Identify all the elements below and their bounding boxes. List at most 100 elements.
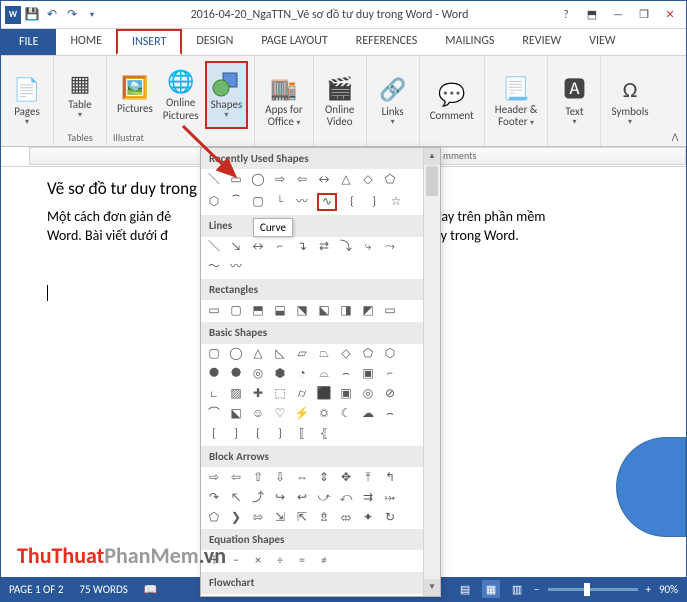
- bs-halfframe[interactable]: ⌐: [383, 368, 397, 382]
- bs-textbox[interactable]: ▢: [207, 348, 221, 362]
- ar-d[interactable]: ⇩: [273, 471, 287, 485]
- gallery-scrollbar[interactable]: ▲ ▼: [423, 148, 440, 596]
- bs-hept[interactable]: ⯃: [207, 368, 221, 382]
- apps-button[interactable]: 🏬 Apps forOffice ▾: [261, 67, 306, 135]
- redo-icon[interactable]: ↷: [63, 6, 81, 24]
- bs-cloud[interactable]: ☁: [361, 408, 375, 422]
- shape-hex[interactable]: ⬡: [207, 195, 221, 209]
- eq-neq[interactable]: ≠: [317, 554, 331, 568]
- ar-striped[interactable]: ⇉: [361, 491, 375, 505]
- ar-quad[interactable]: ✥: [339, 471, 353, 485]
- shape-freeform2[interactable]: 〰: [229, 261, 243, 275]
- shapes-button[interactable]: Shapes ▾: [205, 61, 249, 129]
- bs-sun[interactable]: ☼: [317, 408, 331, 422]
- bs-plaque[interactable]: ⬚: [273, 388, 287, 402]
- shape-rect-rounddiag[interactable]: ◩: [361, 304, 375, 318]
- scroll-down-icon[interactable]: ▼: [424, 579, 440, 596]
- bs-dblbracket[interactable]: ⟦: [295, 428, 309, 442]
- read-mode-icon[interactable]: ▤: [456, 580, 474, 598]
- ar-lcall[interactable]: ⇱: [295, 511, 309, 525]
- online-video-button[interactable]: 🎬 OnlineVideo: [320, 67, 360, 135]
- bs-cross[interactable]: ✚: [251, 388, 265, 402]
- ar-curvu[interactable]: ⤻: [317, 491, 331, 505]
- shape-oval[interactable]: ◯: [251, 173, 265, 187]
- restore-icon[interactable]: ❐: [632, 6, 656, 24]
- bs-oct[interactable]: ⯄: [229, 368, 243, 382]
- ar-notched[interactable]: ⤠: [383, 491, 397, 505]
- eq-minus[interactable]: −: [229, 554, 243, 568]
- bs-trap[interactable]: ⏢: [317, 348, 331, 362]
- shape-lbrace[interactable]: {: [345, 195, 359, 209]
- bs-dblbrace[interactable]: ⦃: [317, 428, 331, 442]
- print-layout-icon[interactable]: ▦: [482, 580, 500, 598]
- zoom-out-icon[interactable]: −: [534, 583, 539, 596]
- ar-rcall[interactable]: ⇰: [251, 511, 265, 525]
- bs-lshape[interactable]: ∟: [207, 388, 221, 402]
- bs-pie[interactable]: ◔: [295, 368, 309, 382]
- shape-star[interactable]: ☆: [389, 195, 403, 209]
- shape-rect-snip1[interactable]: ⬒: [251, 304, 265, 318]
- links-button[interactable]: 🔗 Links ▾: [373, 67, 413, 135]
- shape-rect-snip2[interactable]: ⬓: [273, 304, 287, 318]
- shape-scribble[interactable]: 〜: [207, 261, 221, 275]
- scroll-up-icon[interactable]: ▲: [424, 148, 440, 165]
- oval-shape[interactable]: [616, 437, 686, 537]
- zoom-percent[interactable]: 90%: [659, 583, 678, 596]
- shape-rect-snipround[interactable]: ⬔: [295, 304, 309, 318]
- tab-home[interactable]: HOME: [56, 29, 116, 55]
- shape-line[interactable]: ＼: [207, 173, 221, 187]
- shape-rbrace[interactable]: }: [367, 195, 381, 209]
- ar-u[interactable]: ⇧: [251, 471, 265, 485]
- eq-mult[interactable]: ×: [251, 554, 265, 568]
- page-indicator[interactable]: PAGE 1 OF 2: [9, 583, 63, 596]
- web-layout-icon[interactable]: ▥: [508, 580, 526, 598]
- tab-file[interactable]: FILE: [1, 29, 56, 55]
- shape-rect-round2[interactable]: ◨: [339, 304, 353, 318]
- bs-frame[interactable]: ▣: [361, 368, 375, 382]
- bs-tear[interactable]: ⌢: [339, 368, 353, 382]
- shape-rect-round1[interactable]: ⬕: [317, 304, 331, 318]
- word-app-icon[interactable]: W: [5, 6, 21, 24]
- ar-lr[interactable]: ⇔: [295, 471, 309, 485]
- ar-curvr[interactable]: ↪: [273, 491, 287, 505]
- comment-button[interactable]: 💬 Comment: [426, 67, 478, 135]
- header-footer-button[interactable]: 📃 Header &Footer ▾: [491, 67, 542, 135]
- shape-line2[interactable]: ＼: [207, 241, 221, 255]
- tab-references[interactable]: REFERENCES: [342, 29, 432, 55]
- shape-curve-dbl[interactable]: ⤳: [383, 241, 397, 255]
- tab-page-layout[interactable]: PAGE LAYOUT: [247, 29, 341, 55]
- tab-review[interactable]: REVIEW: [508, 29, 575, 55]
- bs-oval[interactable]: ◯: [229, 348, 243, 362]
- bs-blockarc[interactable]: ⌒: [207, 408, 221, 422]
- collapse-ribbon-icon[interactable]: ᐱ: [668, 130, 682, 144]
- shape-pentagon[interactable]: ⬠: [383, 173, 397, 187]
- pages-button[interactable]: 📄 Pages ▾: [7, 67, 47, 135]
- bs-hex[interactable]: ⬡: [383, 348, 397, 362]
- ar-uturn[interactable]: ↷: [207, 491, 221, 505]
- document-area[interactable]: Vẽ sơ đồ tư duy trong Một cách đơn giản …: [1, 167, 686, 517]
- shape-elbow-dbl[interactable]: ⇄: [317, 241, 331, 255]
- ar-r[interactable]: ⇨: [207, 471, 221, 485]
- ar-lrcall[interactable]: ⤄: [339, 511, 353, 525]
- bs-dodec[interactable]: ⬢: [273, 368, 287, 382]
- bs-can[interactable]: ⌭: [295, 388, 309, 402]
- shape-arrow-r[interactable]: ⇨: [273, 173, 287, 187]
- shape-curve[interactable]: ∿: [317, 193, 337, 211]
- shape-diamond[interactable]: ◇: [361, 173, 375, 187]
- scroll-thumb[interactable]: [426, 166, 438, 196]
- zoom-in-icon[interactable]: +: [646, 583, 651, 596]
- bs-arc[interactable]: ⌢: [383, 408, 397, 422]
- shape-textbox[interactable]: ▢: [251, 195, 265, 209]
- bs-rbracket[interactable]: ]: [229, 428, 243, 442]
- pictures-button[interactable]: 🖼️ Pictures: [113, 61, 157, 129]
- shape-elbow-conn[interactable]: ⌐: [273, 241, 287, 255]
- symbols-button[interactable]: Ω Symbols ▾: [607, 67, 652, 135]
- ar-lup[interactable]: ↖: [229, 491, 243, 505]
- bs-heart[interactable]: ♡: [273, 408, 287, 422]
- save-icon[interactable]: 💾: [23, 6, 41, 24]
- bs-bevel[interactable]: ▣: [339, 388, 353, 402]
- shape-arrow-l[interactable]: ⇦: [295, 173, 309, 187]
- ar-ucall[interactable]: ⇯: [317, 511, 331, 525]
- bs-donut[interactable]: ◎: [361, 388, 375, 402]
- bs-nosym[interactable]: ⊘: [383, 388, 397, 402]
